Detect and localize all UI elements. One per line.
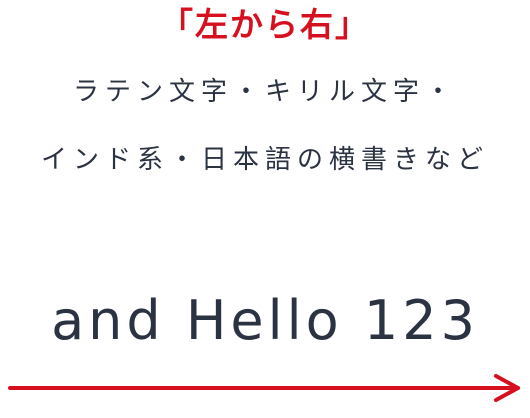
right-arrow-icon xyxy=(8,374,520,402)
direction-heading: 「左から右」 xyxy=(160,5,370,44)
scripts-line-1: ラテン文字・キリル文字・ xyxy=(72,77,457,107)
scripts-line-2: インド系・日本語の横書きなど xyxy=(40,145,489,175)
sample-text: and Hello 123 xyxy=(51,289,479,352)
